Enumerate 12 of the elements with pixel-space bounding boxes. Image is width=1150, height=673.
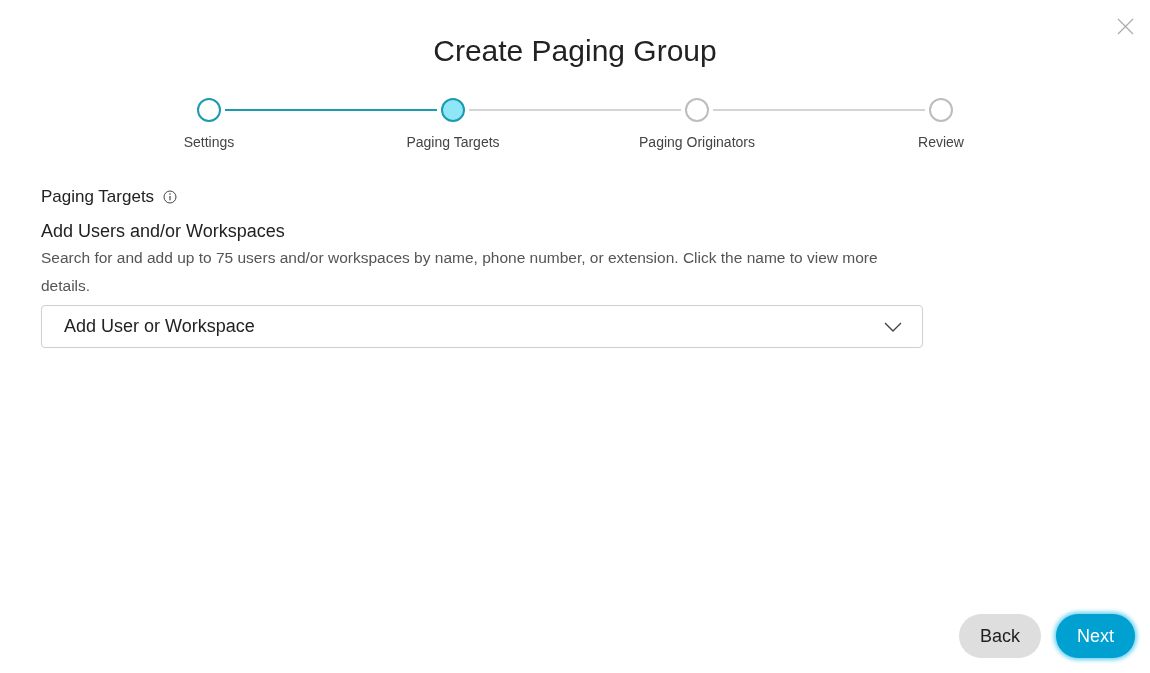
step-label: Review <box>918 134 964 150</box>
section-description: Search for and add up to 75 users and/or workspaces by name, phone number, or extension. Click the name to view more details. <box>41 248 879 296</box>
step-label: Settings <box>183 134 235 150</box>
dialog-title: Create Paging Group <box>432 33 718 69</box>
section-title: Paging Targets <box>41 187 155 207</box>
section-heading: Add Users and/or Workspaces <box>41 221 286 242</box>
step-label: Paging Targets <box>406 134 500 150</box>
back-button[interactable]: Back <box>958 614 1041 658</box>
info-icon[interactable] <box>163 190 178 204</box>
step-label: Paging Originators <box>639 134 755 150</box>
add-user-dropdown[interactable]: Add User or Workspace <box>41 305 923 348</box>
chevron-down-icon <box>884 321 902 332</box>
